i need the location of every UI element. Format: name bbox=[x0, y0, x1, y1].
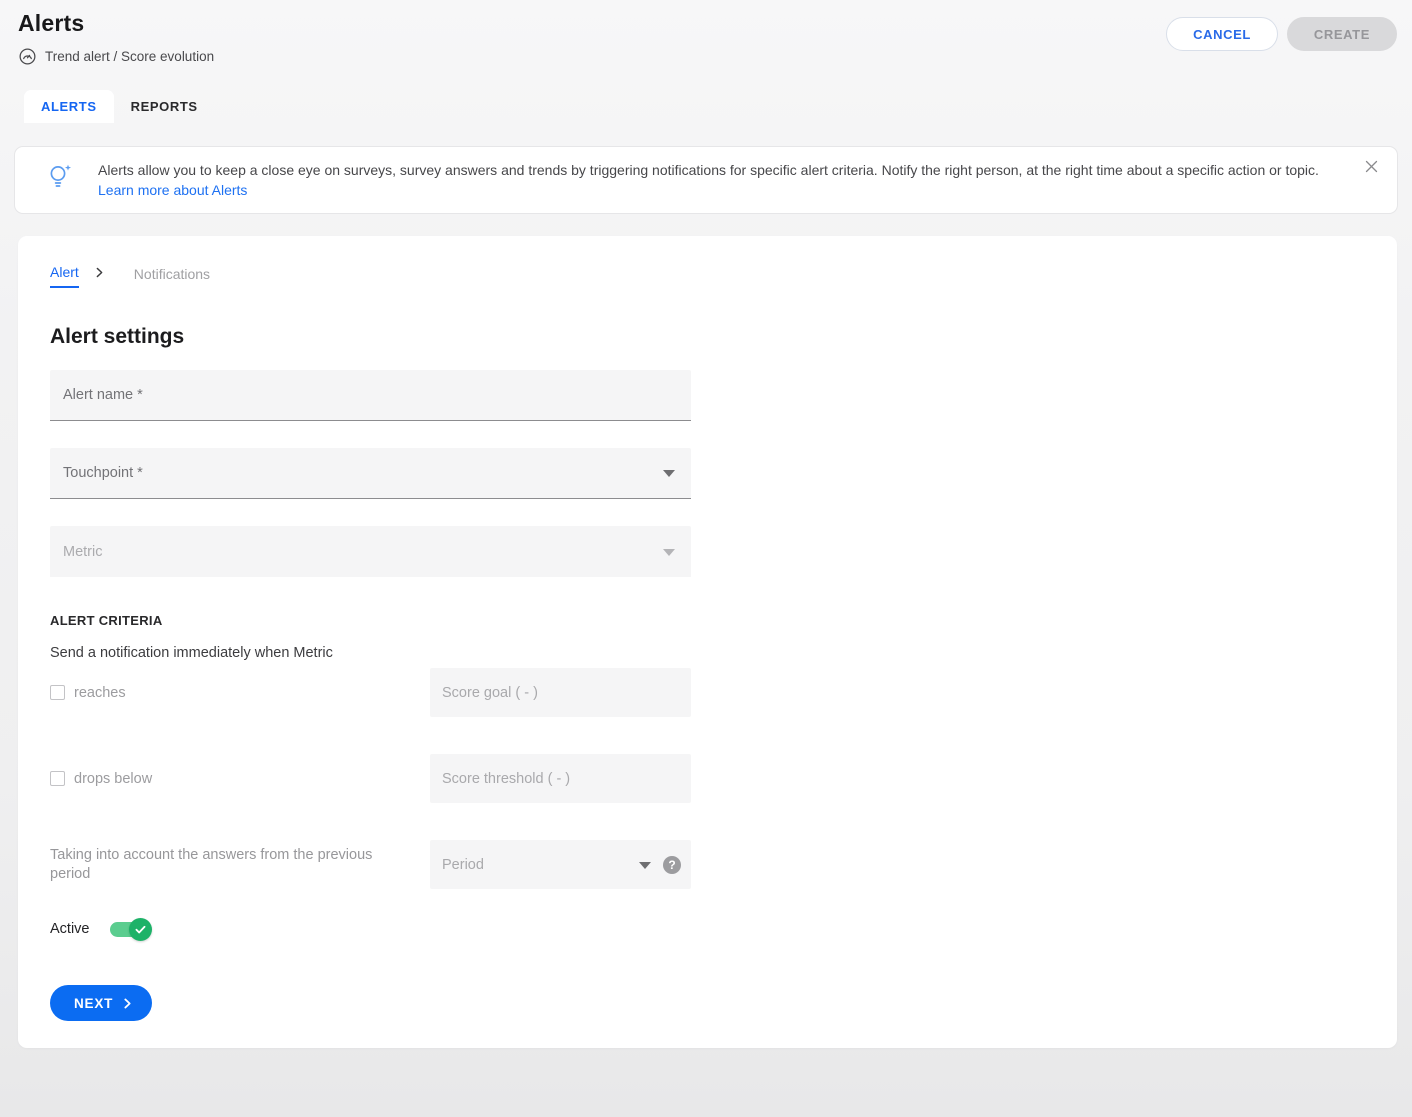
period-row-label: Taking into account the answers from the… bbox=[50, 846, 412, 884]
period-select[interactable]: Period ? bbox=[430, 840, 691, 889]
metric-select[interactable]: Metric bbox=[50, 526, 691, 577]
criteria-left: reaches bbox=[50, 685, 430, 701]
step-alert[interactable]: Alert bbox=[50, 264, 79, 288]
step-notifications[interactable]: Notifications bbox=[134, 266, 210, 282]
chevron-down-icon bbox=[663, 470, 675, 477]
criteria-left: drops below bbox=[50, 771, 430, 787]
lightbulb-idea-icon bbox=[47, 163, 72, 195]
form-heading: Alert settings bbox=[50, 325, 1365, 349]
alerts-page: Alerts Trend alert / Score evolution CAN… bbox=[0, 0, 1412, 1117]
chevron-down-icon bbox=[663, 549, 675, 556]
reaches-checkbox[interactable] bbox=[50, 685, 65, 700]
check-icon bbox=[134, 923, 147, 936]
wizard-steps: Alert Notifications bbox=[50, 264, 1365, 288]
toggle-thumb bbox=[129, 918, 152, 941]
help-icon[interactable]: ? bbox=[663, 856, 681, 874]
criteria-left: Taking into account the answers from the… bbox=[50, 846, 430, 884]
learn-more-link[interactable]: Learn more about Alerts bbox=[98, 180, 247, 200]
alert-form-card: Alert Notifications Alert settings Touch… bbox=[18, 236, 1397, 1048]
touchpoint-label: Touchpoint * bbox=[63, 465, 143, 481]
chevron-right-icon bbox=[93, 266, 106, 282]
next-label: NEXT bbox=[74, 996, 113, 1011]
active-label: Active bbox=[50, 921, 90, 937]
close-icon[interactable] bbox=[1361, 158, 1381, 178]
criteria-row-drops-below: drops below bbox=[50, 754, 1365, 803]
breadcrumb-label: Trend alert / Score evolution bbox=[45, 49, 214, 64]
alert-name-input[interactable] bbox=[50, 370, 691, 421]
criteria-row-reaches: reaches bbox=[50, 668, 1365, 717]
reaches-label: reaches bbox=[74, 685, 126, 701]
banner-text: Alerts allow you to keep a close eye on … bbox=[98, 160, 1319, 200]
criteria-intro: Send a notification immediately when Met… bbox=[50, 645, 1365, 661]
banner-message: Alerts allow you to keep a close eye on … bbox=[98, 160, 1319, 180]
criteria-row-period: Taking into account the answers from the… bbox=[50, 840, 1365, 889]
active-row: Active bbox=[50, 916, 1365, 942]
drops-below-checkbox[interactable] bbox=[50, 771, 65, 786]
info-banner: Alerts allow you to keep a close eye on … bbox=[14, 146, 1398, 214]
score-threshold-input[interactable] bbox=[430, 754, 691, 803]
touchpoint-select[interactable]: Touchpoint * bbox=[50, 448, 691, 499]
tab-reports[interactable]: REPORTS bbox=[114, 90, 215, 123]
gauge-icon bbox=[18, 47, 37, 66]
chevron-down-icon bbox=[639, 862, 651, 869]
cancel-button[interactable]: CANCEL bbox=[1166, 17, 1278, 51]
tab-alerts[interactable]: ALERTS bbox=[24, 90, 114, 123]
next-button[interactable]: NEXT bbox=[50, 985, 152, 1021]
page-header: Alerts Trend alert / Score evolution CAN… bbox=[0, 0, 1412, 66]
main-tabs: ALERTS REPORTS bbox=[24, 90, 1412, 123]
period-placeholder: Period bbox=[442, 857, 484, 873]
score-goal-input[interactable] bbox=[430, 668, 691, 717]
header-actions: CANCEL CREATE bbox=[1166, 17, 1397, 51]
create-button[interactable]: CREATE bbox=[1287, 17, 1397, 51]
criteria-heading: ALERT CRITERIA bbox=[50, 613, 1365, 628]
metric-label: Metric bbox=[63, 544, 102, 560]
active-toggle[interactable] bbox=[110, 921, 148, 938]
chevron-right-icon bbox=[121, 997, 134, 1010]
drops-below-label: drops below bbox=[74, 771, 152, 787]
